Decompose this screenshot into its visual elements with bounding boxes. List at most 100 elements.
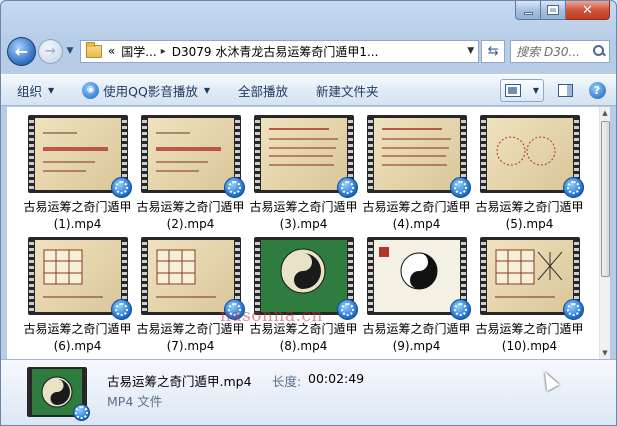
chevron-down-icon: ▼ xyxy=(66,46,74,56)
video-thumbnail[interactable] xyxy=(140,115,245,198)
watermark-text: nasonna.cn xyxy=(220,306,323,326)
video-badge-icon xyxy=(110,177,132,198)
video-thumbnail[interactable] xyxy=(366,115,471,198)
file-item[interactable]: 古易运筹之奇门遁甲(6).mp4 xyxy=(21,237,134,359)
video-badge-icon xyxy=(336,299,358,320)
breadcrumb-item-current[interactable]: D3079 水沐青龙古易运筹奇门遁甲1... xyxy=(172,43,379,60)
command-toolbar: 组织 ▼ ◉ 使用QQ影音播放 ▼ 全部播放 新建文件夹 ▼ ? xyxy=(1,74,616,106)
arrow-right-icon: → xyxy=(44,43,56,59)
video-thumbnail[interactable] xyxy=(479,237,584,320)
view-icon xyxy=(505,84,521,97)
play-with-menu[interactable]: ◉ 使用QQ影音播放 ▼ xyxy=(82,81,210,100)
file-name[interactable]: 古易运筹之奇门遁甲(3).mp4 xyxy=(250,199,358,233)
help-button[interactable]: ? xyxy=(586,80,608,101)
search-placeholder: 搜索 D30... xyxy=(516,44,580,59)
video-badge-icon xyxy=(562,177,584,198)
search-input[interactable]: 搜索 D30... xyxy=(510,39,610,63)
new-folder-button[interactable]: 新建文件夹 xyxy=(316,81,379,100)
video-thumbnail[interactable] xyxy=(27,237,132,320)
toolbar-right: ▼ ? xyxy=(500,79,608,102)
chevron-down-icon: ▼ xyxy=(48,85,55,95)
video-badge-icon xyxy=(110,299,132,320)
file-name[interactable]: 古易运筹之奇门遁甲(9).mp4 xyxy=(363,321,471,355)
vertical-scrollbar[interactable]: ▲ ▼ xyxy=(599,107,610,359)
details-file-type: MP4 文件 xyxy=(107,394,163,409)
close-button[interactable]: ✕ xyxy=(566,1,610,20)
caption-buttons: ✕ xyxy=(515,1,610,20)
file-item[interactable]: 古易运筹之奇门遁甲(5).mp4 xyxy=(473,115,586,237)
file-name[interactable]: 古易运筹之奇门遁甲(4).mp4 xyxy=(363,199,471,233)
file-list: 古易运筹之奇门遁甲(1).mp4 古易运筹之奇门遁甲(2).mp4 古易运筹之奇门遁… xyxy=(7,107,601,359)
breadcrumb-item-guoxue[interactable]: 国学... xyxy=(121,43,156,60)
details-pane: 古易运筹之奇门遁甲.mp4 长度: 00:02:49 MP4 文件 xyxy=(1,359,616,425)
video-thumbnail[interactable] xyxy=(253,115,358,198)
video-badge-icon xyxy=(336,177,358,198)
organize-label: 组织 xyxy=(17,83,43,99)
preview-pane-icon xyxy=(557,84,573,97)
video-badge-icon xyxy=(562,299,584,320)
file-item[interactable]: 古易运筹之奇门遁甲(10).mp4 xyxy=(473,237,586,359)
play-with-label: 使用QQ影音播放 xyxy=(103,83,198,99)
refresh-button[interactable]: ⇆ xyxy=(481,39,506,63)
file-item[interactable]: 古易运筹之奇门遁甲(8).mp4 xyxy=(247,237,360,359)
file-item[interactable]: 古易运筹之奇门遁甲(7).mp4 xyxy=(134,237,247,359)
video-thumbnail[interactable] xyxy=(253,237,358,320)
chevron-down-icon: ▼ xyxy=(532,86,539,95)
back-button[interactable]: ← xyxy=(7,36,36,66)
maximize-button[interactable] xyxy=(541,1,566,20)
scrollbar-thumb[interactable] xyxy=(601,121,610,277)
file-name[interactable]: 古易运筹之奇门遁甲(5).mp4 xyxy=(476,199,584,233)
video-thumbnail[interactable] xyxy=(27,115,132,198)
details-thumbnail xyxy=(27,367,90,421)
change-view-button[interactable]: ▼ xyxy=(500,79,544,102)
video-badge-icon xyxy=(449,299,471,320)
chevron-down-icon: ▼ xyxy=(203,85,211,95)
details-length-value: 00:02:49 xyxy=(308,371,365,386)
minimize-button[interactable] xyxy=(515,1,541,20)
organize-menu[interactable]: 组织 ▼ xyxy=(17,81,54,100)
preview-pane-button[interactable] xyxy=(554,80,576,101)
file-name[interactable]: 古易运筹之奇门遁甲(8).mp4 xyxy=(250,321,358,355)
details-length-label: 长度: xyxy=(272,374,302,389)
play-all-label: 全部播放 xyxy=(238,83,289,99)
new-folder-label: 新建文件夹 xyxy=(316,83,379,99)
file-item[interactable]: 古易运筹之奇门遁甲(1).mp4 xyxy=(21,115,134,237)
minimize-icon xyxy=(523,11,533,15)
help-icon: ? xyxy=(588,82,606,99)
video-thumbnail[interactable] xyxy=(366,237,471,320)
refresh-icon: ⇆ xyxy=(487,43,499,59)
video-badge-icon xyxy=(73,404,90,421)
forward-button[interactable]: → xyxy=(37,38,63,64)
address-bar[interactable]: « 国学... ▸ D3079 水沐青龙古易运筹奇门遁甲1... ▼ xyxy=(79,39,480,63)
file-name[interactable]: 古易运筹之奇门遁甲(6).mp4 xyxy=(24,321,132,355)
file-item[interactable]: 古易运筹之奇门遁甲(2).mp4 xyxy=(134,115,247,237)
file-name[interactable]: 古易运筹之奇门遁甲(10).mp4 xyxy=(476,321,584,355)
file-item[interactable]: 古易运筹之奇门遁甲(4).mp4 xyxy=(360,115,473,237)
video-badge-icon xyxy=(223,177,245,198)
video-thumbnail[interactable] xyxy=(479,115,584,198)
arrow-left-icon: ← xyxy=(14,41,29,61)
play-all-button[interactable]: 全部播放 xyxy=(238,81,288,100)
search-icon[interactable] xyxy=(593,45,605,57)
navigation-bar: ← → ▼ « 国学... ▸ D3079 水沐青龙古易运筹奇门遁甲1... ▼… xyxy=(7,36,610,66)
scroll-down-icon[interactable]: ▼ xyxy=(600,347,610,359)
details-filename: 古易运筹之奇门遁甲.mp4 xyxy=(107,374,252,389)
folder-icon xyxy=(85,41,102,58)
breadcrumb-separator[interactable]: ▸ xyxy=(161,46,166,57)
bagua-icon xyxy=(41,376,73,408)
breadcrumb-prefix[interactable]: « xyxy=(108,44,115,58)
close-icon: ✕ xyxy=(582,2,593,18)
file-name[interactable]: 古易运筹之奇门遁甲(2).mp4 xyxy=(137,199,245,233)
file-item[interactable]: 古易运筹之奇门遁甲(3).mp4 xyxy=(247,115,360,237)
explorer-window: ✕ ← → ▼ « 国学... ▸ D3079 水沐青龙古易运筹奇门遁甲1...… xyxy=(0,0,617,426)
scroll-up-icon[interactable]: ▲ xyxy=(600,107,610,119)
video-thumbnail[interactable] xyxy=(140,237,245,320)
qq-player-icon: ◉ xyxy=(82,81,100,99)
recent-pages-dropdown[interactable]: ▼ xyxy=(64,46,76,56)
file-name[interactable]: 古易运筹之奇门遁甲(1).mp4 xyxy=(24,199,132,233)
file-name[interactable]: 古易运筹之奇门遁甲(7).mp4 xyxy=(137,321,245,355)
video-badge-icon xyxy=(449,177,471,198)
address-dropdown-icon[interactable]: ▼ xyxy=(467,46,474,56)
file-item[interactable]: 古易运筹之奇门遁甲(9).mp4 xyxy=(360,237,473,359)
maximize-icon xyxy=(547,5,559,15)
